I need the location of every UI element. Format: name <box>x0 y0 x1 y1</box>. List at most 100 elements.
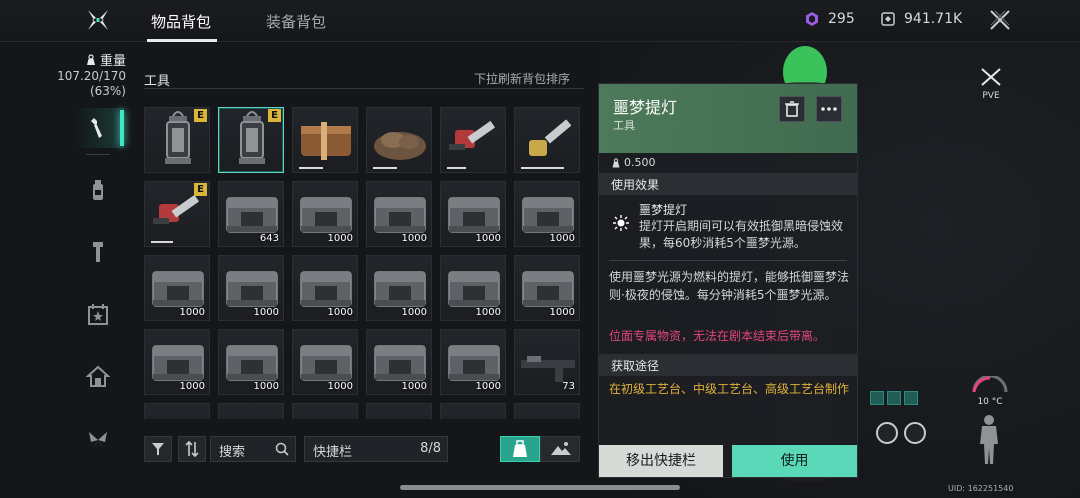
tab-equipment-bag[interactable]: 装备背包 <box>266 11 326 32</box>
inventory-slot[interactable] <box>514 403 580 419</box>
more-button[interactable] <box>816 96 842 122</box>
more-icon <box>821 107 837 111</box>
status-effects <box>870 391 918 405</box>
inventory-slot[interactable]: 1000 <box>292 181 358 247</box>
inventory-slot[interactable]: 1000 <box>440 329 506 395</box>
status-effect-icon <box>904 391 918 405</box>
inventory-slot[interactable]: E <box>144 107 210 173</box>
terrain-view-button[interactable] <box>540 436 580 462</box>
durability-bar <box>373 167 397 169</box>
coin-count: 941.71K <box>904 11 963 27</box>
stack-count: 1000 <box>253 381 279 392</box>
calendar-star-icon[interactable] <box>86 302 110 326</box>
stack-count: 1000 <box>401 307 427 318</box>
bottle-icon[interactable] <box>86 178 110 202</box>
weight-icon <box>86 53 95 65</box>
inventory-slot[interactable] <box>366 107 432 173</box>
inventory-slot[interactable] <box>144 403 210 419</box>
inventory-slot[interactable]: 1000 <box>144 255 210 321</box>
inventory-slot[interactable]: 1000 <box>218 329 284 395</box>
close-icon[interactable] <box>988 8 1012 32</box>
inventory-slot[interactable]: 1000 <box>292 255 358 321</box>
inventory-slot[interactable]: 1000 <box>440 255 506 321</box>
item-type: 工具 <box>613 119 635 132</box>
weight-info: 重量 107.20/170 (63%) <box>50 50 126 99</box>
inventory-slot[interactable]: 1000 <box>292 329 358 395</box>
empty-slot-icon <box>219 404 285 419</box>
inventory-slot[interactable] <box>218 403 284 419</box>
filter-button[interactable] <box>144 436 172 462</box>
inventory-slot[interactable]: 1000 <box>366 255 432 321</box>
inventory-grid: E E E 643 1000 1000 1000 1000 1000 1000 1000 1000 10… <box>144 107 584 419</box>
discard-button[interactable] <box>779 96 805 122</box>
inventory-slot[interactable] <box>292 107 358 173</box>
section-title: 工具 <box>144 74 171 89</box>
search-input[interactable]: 搜索 <box>210 436 296 462</box>
stack-count: 1000 <box>327 307 353 318</box>
weight-value: 107.20/170 <box>57 69 126 83</box>
inventory-slot[interactable] <box>440 107 506 173</box>
status-effect-icon <box>887 391 901 405</box>
inventory-slot[interactable] <box>292 403 358 419</box>
bolt-icon[interactable] <box>86 240 110 264</box>
use-button[interactable]: 使用 <box>732 445 857 477</box>
inventory-slot[interactable]: 73 <box>514 329 580 395</box>
item-warning: 位面专属物资，无法在剧本结束后带离。 <box>609 329 826 343</box>
empty-slot-icon <box>441 404 507 419</box>
inventory-slot[interactable]: E <box>144 181 210 247</box>
sort-button[interactable] <box>178 436 206 462</box>
bag-icon <box>513 440 527 457</box>
item-name: 噩梦提灯 <box>613 98 678 117</box>
butterfly-icon[interactable] <box>86 428 110 452</box>
remove-from-quickbar-button[interactable]: 移出快捷栏 <box>599 445 723 477</box>
equip-badge: E <box>268 109 281 122</box>
temperature-value: 10 °C <box>977 397 1003 407</box>
inventory-slot[interactable]: 1000 <box>514 181 580 247</box>
stack-count: 1000 <box>253 307 279 318</box>
stack-count: 1000 <box>179 307 205 318</box>
section-divider <box>144 88 584 89</box>
inventory-slot[interactable]: 1000 <box>144 329 210 395</box>
bag-view-button[interactable] <box>500 436 540 462</box>
weight-percent: (63%) <box>89 84 126 98</box>
stack-count: 1000 <box>475 381 501 392</box>
pve-label: PVE <box>982 91 1000 101</box>
currency-coin: 941.71K <box>880 11 962 27</box>
game-logo-icon <box>88 10 108 30</box>
inventory-slot[interactable]: 1000 <box>514 255 580 321</box>
weight-icon <box>612 157 620 167</box>
home-icon[interactable] <box>86 364 110 388</box>
vital-indicators <box>876 422 926 444</box>
quickbar-count: 8/8 <box>420 441 441 456</box>
item-source: 在初级工艺台、中级工艺台、高级工艺台制作 <box>609 382 850 396</box>
inventory-slot[interactable]: 643 <box>218 181 284 247</box>
item-description: 使用噩梦光源为燃料的提灯，能够抵御噩梦法则·极夜的侵蚀。每分钟消耗5个噩梦光源。 <box>609 270 850 302</box>
empty-slot-icon <box>367 404 433 419</box>
detail-divider <box>609 260 847 261</box>
quickbar-toggle[interactable]: 快捷栏 8/8 <box>304 436 448 462</box>
temperature-dial-icon <box>972 374 1008 393</box>
inventory-slot[interactable] <box>440 403 506 419</box>
weight-label: 重量 <box>50 50 126 69</box>
pve-mode[interactable]: PVE <box>976 66 1006 101</box>
empty-slot-icon <box>145 404 211 419</box>
body-silhouette-icon[interactable] <box>976 414 1002 466</box>
effect-title: 噩梦提灯 <box>639 203 688 217</box>
status-effect-icon <box>870 391 884 405</box>
item-weight-value: 0.500 <box>624 156 656 169</box>
wrench-icon[interactable] <box>86 116 110 140</box>
inventory-slot[interactable]: 1000 <box>366 181 432 247</box>
inventory-slot[interactable] <box>366 403 432 419</box>
stack-count: 1000 <box>327 381 353 392</box>
inventory-slot[interactable]: 1000 <box>440 181 506 247</box>
inventory-slot[interactable]: 1000 <box>218 255 284 321</box>
inventory-slot[interactable] <box>514 107 580 173</box>
temperature-gauge: 10 °C <box>968 374 1012 412</box>
gem-icon <box>806 12 818 26</box>
stack-count: 1000 <box>475 307 501 318</box>
inventory-slot[interactable]: E <box>218 107 284 173</box>
source-header: 获取途径 <box>599 354 857 376</box>
chainsaw-gold-icon <box>529 119 572 156</box>
inventory-slot[interactable]: 1000 <box>366 329 432 395</box>
tab-item-bag[interactable]: 物品背包 <box>151 11 211 32</box>
